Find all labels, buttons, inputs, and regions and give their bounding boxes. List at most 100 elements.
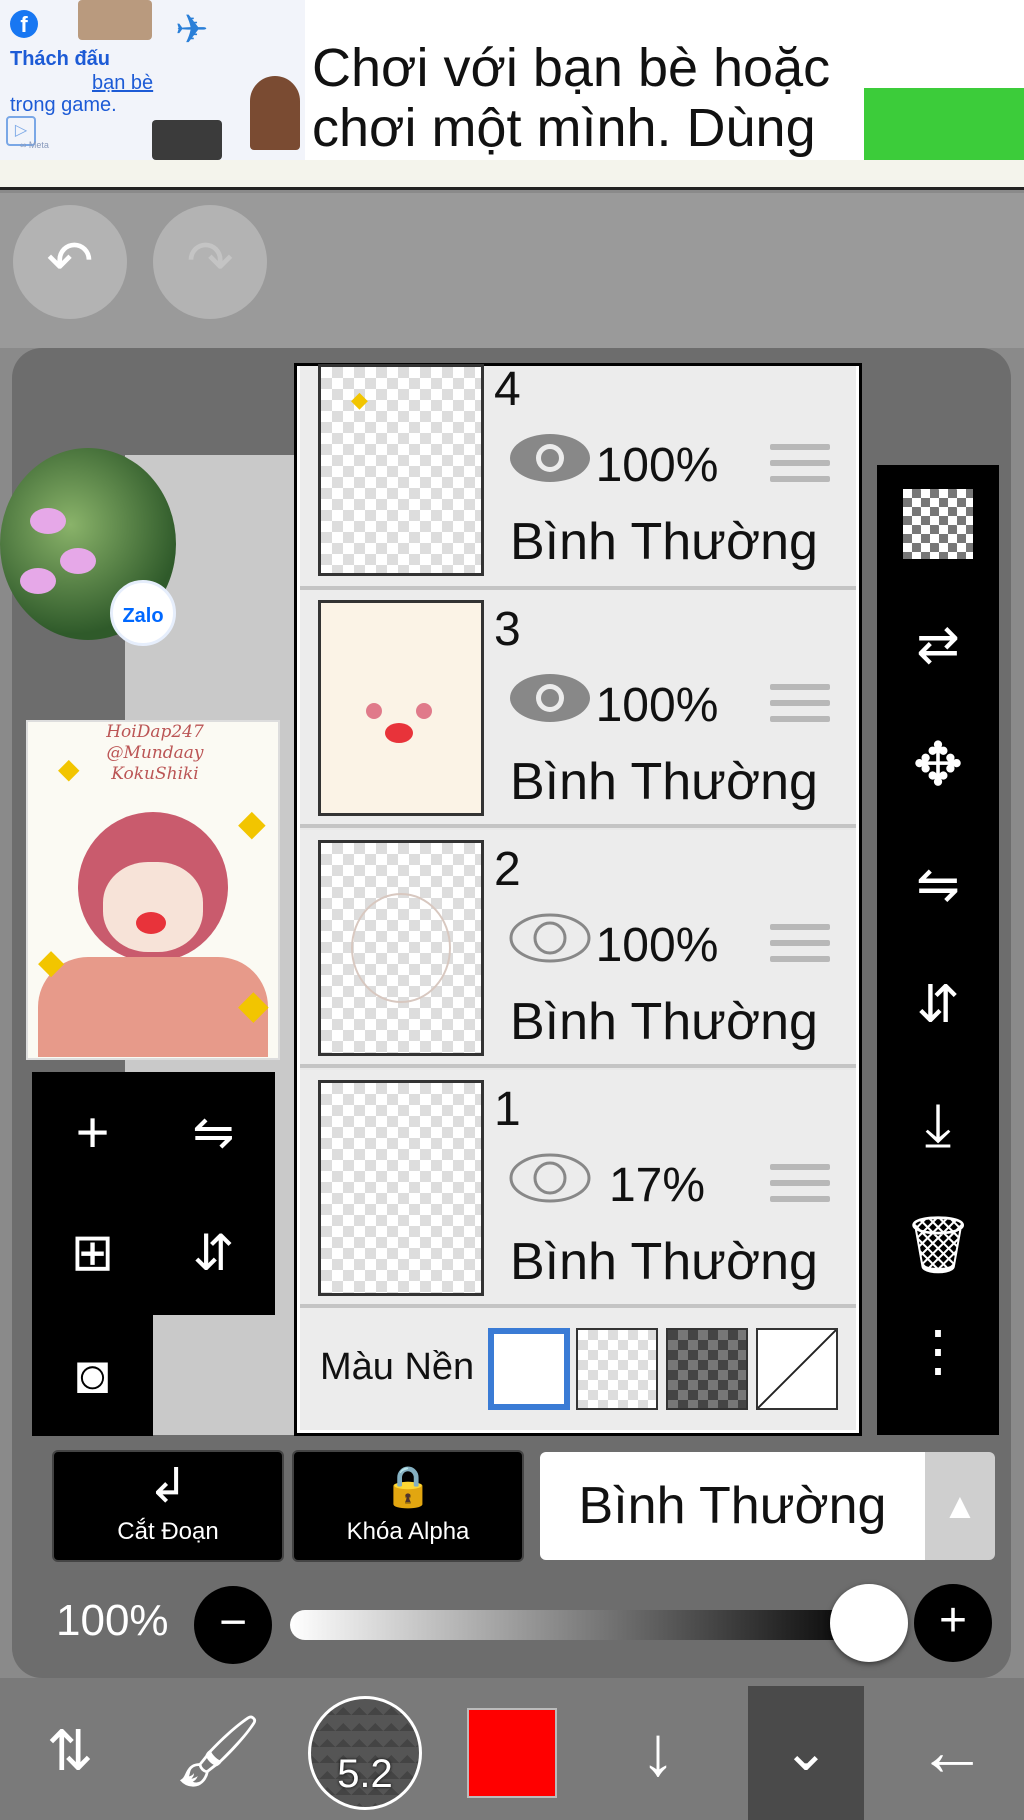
brush-icon: 🖌 [173,1712,263,1790]
background-color-label: Màu Nền [320,1346,475,1388]
bg-swatch-transparent-dark[interactable] [666,1328,748,1410]
chevron-double-down-icon: ⌄ [782,1719,830,1782]
sparkle-icon: ◆ [351,387,368,412]
transparency-button[interactable] [877,465,999,585]
character-mouth [136,912,166,934]
camera-icon: ◙ [76,1345,109,1405]
brush-size-value: 5.2 [337,1752,393,1796]
flip-vertical-icon: ⇵ [916,976,960,1034]
drag-handle-icon[interactable] [770,684,830,734]
layer-row[interactable]: 2 100% Bình Thường [300,830,856,1068]
flip-horizontal-button[interactable]: ⇋ [877,825,999,945]
lock-icon: 🔒 [383,1465,433,1509]
opacity-label: 100% [56,1596,169,1645]
layer-opacity: 100% [595,919,719,972]
layers-toggle[interactable]: ⌄ [746,1686,866,1816]
delete-layer-button[interactable]: 🗑 [877,1185,999,1305]
plus-icon: + [938,1594,968,1647]
checkerboard-icon [903,489,973,559]
flip-horizontal-icon: ⇋ [192,1104,235,1160]
brush-eraser-switch[interactable]: ⇅ [10,1686,130,1816]
character-face [103,862,203,952]
flip-vertical-button[interactable]: ⇵ [877,945,999,1065]
alpha-lock-label: Khóa Alpha [346,1518,470,1545]
color-picker-button[interactable] [467,1708,557,1798]
layer-blend-mode: Bình Thường [510,993,818,1051]
sketch-mark [351,893,451,1003]
plus-icon: + [75,1100,110,1165]
clipping-button[interactable]: ↲ Cắt Đoạn [52,1450,284,1562]
layer-number: 3 [494,603,521,656]
ad-banner[interactable]: f ✈ Thách đấu bạn bè trong game. ▷ ∞ Met… [0,0,1024,160]
ad-photo [78,0,152,40]
brush-tool-button[interactable]: 🖌 [158,1686,278,1816]
drag-handle-icon[interactable] [770,1164,830,1214]
flip-vertical-icon: ⇵ [192,1225,235,1281]
layer-thumbnail[interactable]: ◆ [318,364,484,576]
layer-thumbnail[interactable] [318,600,484,816]
zalo-badge[interactable]: Zalo [110,580,176,646]
right-toolbar: ⇄ ✥ ⇋ ⇵ ⤓ 🗑 ⋮ [877,465,999,1435]
meta-label: ∞ Meta [20,140,49,150]
facebook-icon: f [10,10,38,38]
lotus-flower [30,508,66,534]
blend-mode-select[interactable]: Bình Thường [540,1452,925,1560]
sparkle-icon: ◆ [38,943,65,981]
alpha-lock-button[interactable]: 🔒 Khóa Alpha [292,1450,524,1562]
back-button[interactable]: ← [892,1686,1012,1816]
opacity-increase-button[interactable]: + [914,1584,992,1662]
flip-vertical-button[interactable]: ⇵ [153,1193,274,1314]
merge-down-button[interactable]: ⤓ [877,1065,999,1185]
redo-button[interactable]: ↷ [153,205,267,319]
layer-row[interactable]: 3 100% Bình Thường [300,590,856,828]
swap-layer-button[interactable]: ⇄ [877,585,999,705]
ad-photo [250,76,300,150]
layer-thumbnail[interactable] [318,1080,484,1296]
opacity-slider[interactable] [290,1610,870,1640]
redo-icon: ↷ [186,229,234,292]
drag-handle-icon[interactable] [770,444,830,494]
bg-swatch-white[interactable] [488,1328,570,1410]
mouth-mark [385,723,413,743]
layer-row[interactable]: ◆ 4 100% Bình Thường [300,363,856,590]
opacity-slider-knob[interactable] [830,1584,908,1662]
opacity-decrease-button[interactable]: − [194,1586,272,1664]
more-button[interactable]: ⋮ [877,1305,999,1425]
duplicate-layer-icon: ⊞ [70,1224,115,1282]
trash-icon: 🗑 [902,1213,974,1276]
lotus-flower [20,568,56,594]
undo-button[interactable]: ↶ [13,205,127,319]
layer-number: 1 [494,1083,521,1136]
add-layer-button[interactable]: + [32,1072,153,1193]
bg-swatch-none[interactable] [756,1328,838,1410]
ad-text-line2: bạn bè [92,72,154,94]
ad-text-line1: Thách đấu [10,48,111,70]
sparkle-icon: ◆ [58,753,80,784]
triangle-up-icon: ▲ [942,1485,978,1526]
artwork-signature: HoiDap247 @Mundaay KokuShiki [106,722,204,784]
bg-swatch-transparent-light[interactable] [576,1328,658,1410]
ad-divider [0,160,1024,190]
flip-horizontal-icon: ⇋ [916,856,960,914]
ad-cta-button[interactable] [864,88,1024,160]
layer-opacity: 100% [595,679,719,732]
minus-icon: − [218,1596,248,1649]
eye-mark [366,703,382,719]
ad-headline[interactable]: Chơi với bạn bè hoặc chơi một mình. Dùng [312,38,872,158]
move-button[interactable]: ✥ [877,705,999,825]
camera-button[interactable]: ◙ [32,1315,153,1436]
sparkle-icon: ◆ [238,802,266,843]
layer-number: 2 [494,843,521,896]
camera-tools: ◙ [32,1315,153,1436]
airplane-icon: ✈ [175,8,209,52]
clipping-label: Cắt Đoạn [117,1518,219,1545]
layer-row[interactable]: 1 17% Bình Thường [300,1070,856,1308]
download-button[interactable]: ↓ [598,1686,718,1816]
swap-icon: ⇄ [916,616,960,674]
blend-mode-dropdown[interactable]: ▲ [925,1452,995,1560]
duplicate-layer-button[interactable]: ⊞ [32,1193,153,1314]
flip-horizontal-button[interactable]: ⇋ [153,1072,274,1193]
layer-thumbnail[interactable] [318,840,484,1056]
undo-icon: ↶ [46,229,94,292]
drag-handle-icon[interactable] [770,924,830,974]
